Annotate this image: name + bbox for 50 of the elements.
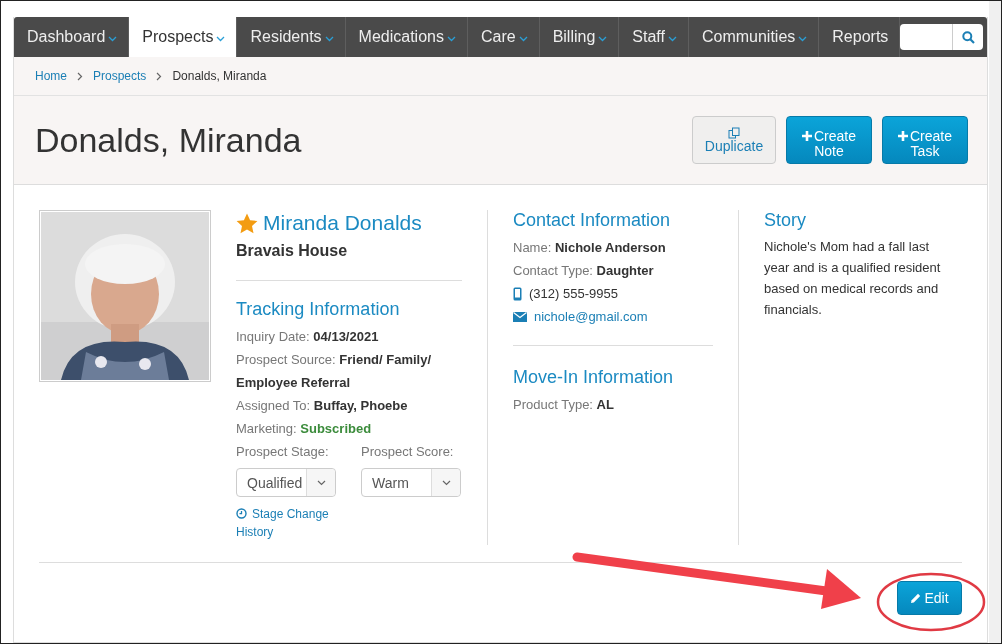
field-text: Prospect Source: Friend/ Family/ Employee Referral: [236, 351, 433, 392]
field-text: Name: Nichole Anderson: [513, 239, 667, 257]
dropdown-field[interactable]: Warm: [361, 468, 461, 497]
field-label: Prospect Score:: [361, 444, 455, 459]
caret-icon: [216, 35, 226, 42]
plus-icon: [802, 131, 812, 141]
section-title: Story: [764, 210, 807, 231]
caret-icon: [446, 35, 456, 42]
field-text: Contact Type: Daughter: [513, 262, 655, 280]
caret-icon: [598, 35, 608, 42]
caret-icon: [518, 35, 528, 42]
chevron-down-icon: [441, 479, 451, 486]
duplicate-button[interactable]: Duplicate: [692, 116, 776, 164]
community-name: Bravais House: [236, 242, 349, 260]
breadcrumb-item: Donalds, Miranda: [172, 69, 267, 83]
field-text: Product Type: AL: [513, 396, 615, 414]
plus-icon: [898, 131, 908, 141]
create-button[interactable]: Create Task: [882, 116, 968, 164]
caret-icon: [798, 35, 808, 42]
search-field[interactable]: [900, 24, 984, 50]
section-title: Move-In Information: [513, 367, 675, 388]
chevron-down-icon: [316, 479, 326, 486]
star-icon[interactable]: [236, 212, 258, 234]
create-button[interactable]: Create Note: [786, 116, 872, 164]
email-link[interactable]: nichole@gmail.com: [534, 305, 648, 328]
pencil-icon: [910, 592, 922, 604]
copy-icon: [728, 126, 740, 139]
chevron-icon: [156, 71, 163, 81]
nav-tab[interactable]: Prospects: [129, 17, 238, 57]
dropdown-field[interactable]: Qualified: [236, 468, 336, 497]
phone-number: (312) 555-9955: [529, 285, 618, 303]
envelope-icon: [513, 311, 527, 322]
caret-icon: [324, 35, 334, 42]
field-text: Marketing: Subscribed: [236, 420, 373, 438]
caret-icon: [667, 35, 677, 42]
caret-icon: [108, 35, 118, 42]
section-title: Contact Information: [513, 210, 672, 231]
breadcrumb-item[interactable]: Home: [35, 69, 67, 83]
story-text: Nichole's Mom had a fall last year and is a qualified resident based on medical records and financials.: [764, 238, 942, 319]
field-text: Inquiry Date: 04/13/2021: [236, 328, 380, 346]
phone-icon: [513, 286, 522, 301]
chevron-icon: [77, 71, 83, 81]
history-link[interactable]: Stage Change History: [236, 505, 336, 541]
prospect-name: Miranda Donalds: [263, 211, 422, 235]
clock-icon: [236, 508, 247, 519]
breadcrumb-item[interactable]: Prospects: [93, 69, 147, 83]
field-text: Assigned To: Buffay, Phoebe: [236, 397, 409, 415]
field-label: Prospect Stage:: [236, 444, 330, 459]
page-title: Donalds, Miranda: [35, 120, 302, 160]
section-title: Tracking Information: [236, 299, 401, 320]
